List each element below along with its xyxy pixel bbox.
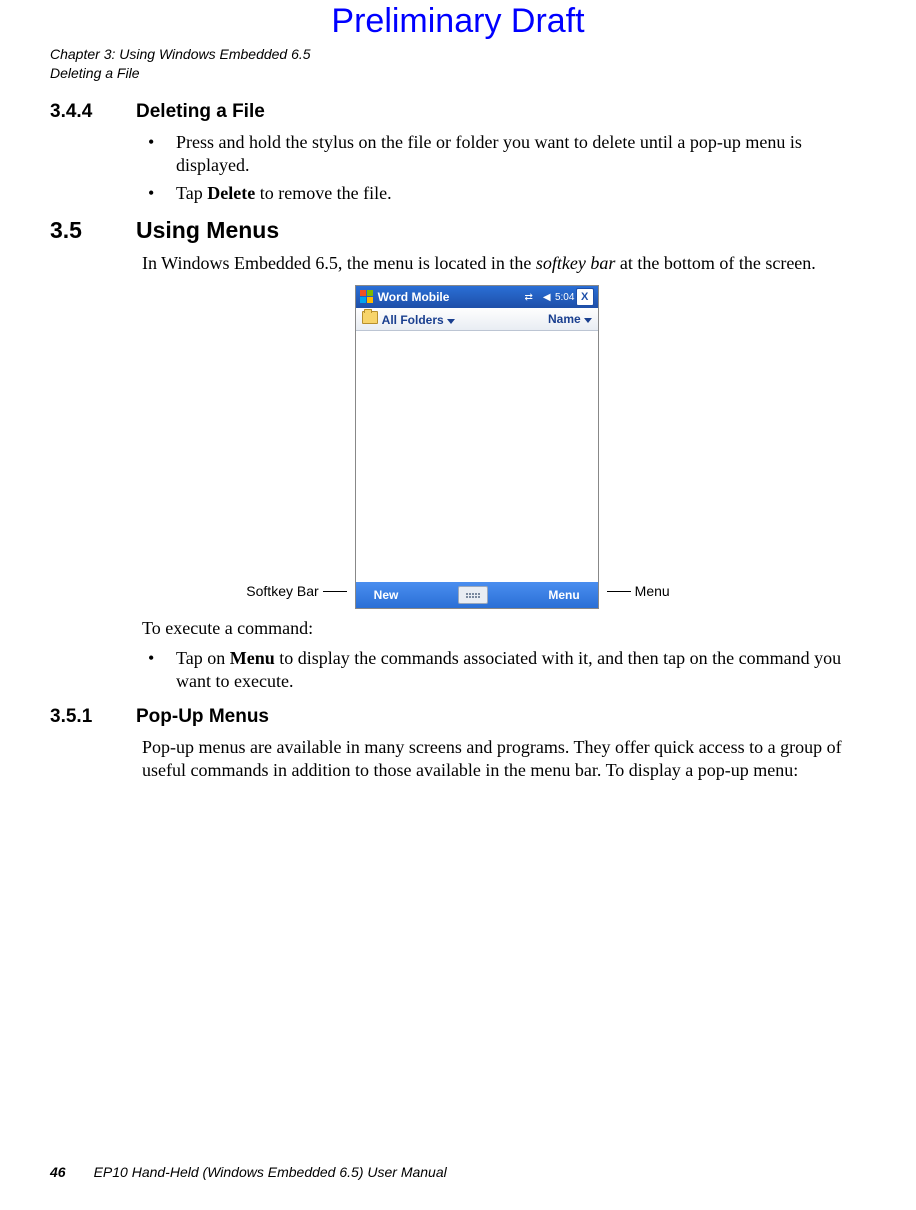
heading-3-5: 3.5Using Menus xyxy=(50,217,866,244)
chevron-down-icon xyxy=(447,319,455,324)
bullet-list: Tap on Menu to display the commands asso… xyxy=(142,647,866,694)
all-folders-label: All Folders xyxy=(382,313,444,327)
titlebar: Word Mobile ⇄ ◀ 5:04 X xyxy=(356,286,598,308)
folder-icon xyxy=(362,311,378,324)
section-line: Deleting a File xyxy=(50,64,866,83)
folder-bar: All Folders Name xyxy=(356,308,598,331)
list-text: Press and hold the stylus on the file or… xyxy=(176,132,802,175)
chapter-line: Chapter 3: Using Windows Embedded 6.5 xyxy=(50,45,866,64)
name-label: Name xyxy=(548,312,581,326)
heading-number: 3.5 xyxy=(50,217,136,244)
para-prefix: In Windows Embedded 6.5, the menu is loc… xyxy=(142,253,536,273)
callout-label: Softkey Bar xyxy=(246,583,318,599)
name-sort-dropdown[interactable]: Name xyxy=(548,312,592,326)
page-footer: 46 EP10 Hand-Held (Windows Embedded 6.5) … xyxy=(50,1164,447,1180)
paragraph: Pop-up menus are available in many scree… xyxy=(142,736,866,783)
page-header: Chapter 3: Using Windows Embedded 6.5 De… xyxy=(50,45,866,83)
heading-number: 3.5.1 xyxy=(50,706,136,728)
clock-text: 5:04 xyxy=(558,290,572,304)
softkey-bar: New Menu xyxy=(356,582,598,608)
manual-title: EP10 Hand-Held (Windows Embedded 6.5) Us… xyxy=(94,1164,447,1180)
figure: Softkey Bar Word Mobile ⇄ ◀ 5:04 X All F… xyxy=(50,285,866,609)
content-area xyxy=(356,331,598,582)
app-title: Word Mobile xyxy=(378,290,518,304)
list-text-bold: Menu xyxy=(230,648,275,668)
heading-title: Using Menus xyxy=(136,217,279,243)
list-text-bold: Delete xyxy=(207,183,255,203)
list-item: Tap Delete to remove the file. xyxy=(142,182,866,205)
keyboard-icon[interactable] xyxy=(458,586,488,604)
bullet-list: Press and hold the stylus on the file or… xyxy=(142,131,866,205)
callout-menu: Menu xyxy=(607,583,670,599)
callout-line xyxy=(323,591,347,592)
callout-label: Menu xyxy=(635,583,670,599)
callout-line xyxy=(607,591,631,592)
para-suffix: at the bottom of the screen. xyxy=(615,253,815,273)
heading-title: Deleting a File xyxy=(136,101,265,122)
start-icon[interactable] xyxy=(360,290,374,304)
heading-number: 3.4.4 xyxy=(50,101,136,123)
watermark-text: Preliminary Draft xyxy=(50,2,866,41)
callout-softkey-bar: Softkey Bar xyxy=(246,583,346,599)
chevron-down-icon xyxy=(584,318,592,323)
heading-3-4-4: 3.4.4Deleting a File xyxy=(50,101,866,123)
device-screenshot: Word Mobile ⇄ ◀ 5:04 X All Folders Name … xyxy=(355,285,599,609)
page-number: 46 xyxy=(50,1164,66,1180)
list-text-suffix: to remove the file. xyxy=(255,183,391,203)
paragraph: In Windows Embedded 6.5, the menu is loc… xyxy=(142,252,866,275)
softkey-new[interactable]: New xyxy=(374,588,399,602)
list-text-prefix: Tap xyxy=(176,183,207,203)
list-text-suffix: to display the commands associated with … xyxy=(176,648,841,691)
list-item: Tap on Menu to display the commands asso… xyxy=(142,647,866,694)
all-folders-dropdown[interactable]: All Folders xyxy=(362,311,455,327)
paragraph: To execute a command: xyxy=(142,617,866,640)
softkey-menu[interactable]: Menu xyxy=(548,588,579,602)
volume-icon[interactable]: ◀ xyxy=(540,290,554,304)
list-item: Press and hold the stylus on the file or… xyxy=(142,131,866,178)
list-text-prefix: Tap on xyxy=(176,648,230,668)
para-italic: softkey bar xyxy=(536,253,615,273)
heading-3-5-1: 3.5.1Pop-Up Menus xyxy=(50,706,866,728)
close-button[interactable]: X xyxy=(576,288,594,306)
connectivity-icon[interactable]: ⇄ xyxy=(522,290,536,304)
heading-title: Pop-Up Menus xyxy=(136,706,269,727)
